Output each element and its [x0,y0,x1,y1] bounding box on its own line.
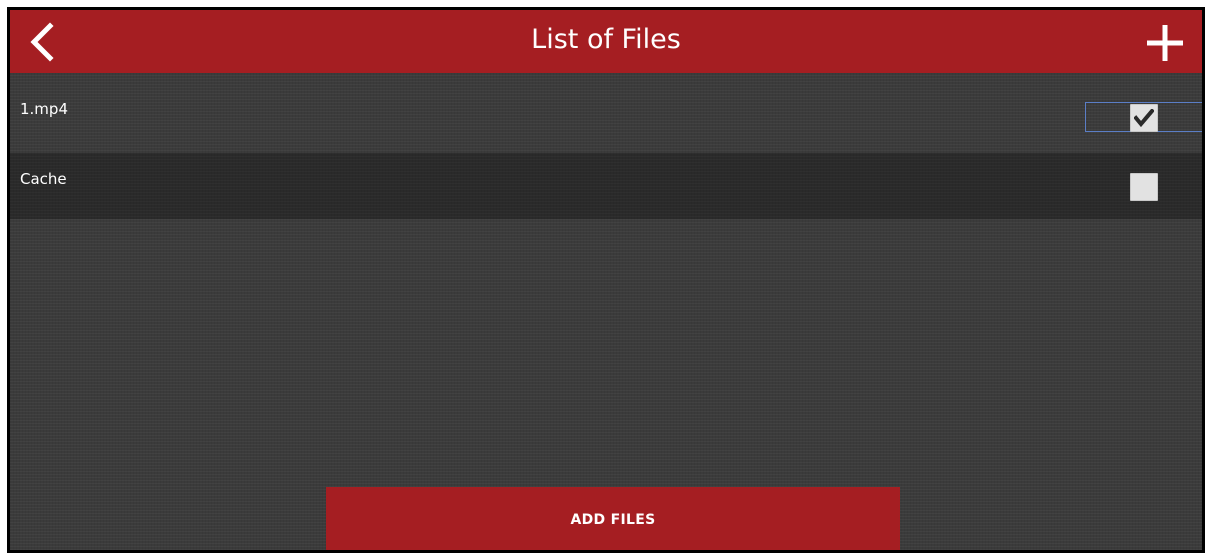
file-checkbox-checked[interactable] [1130,104,1158,132]
file-row-cache[interactable]: Cache [10,153,1202,219]
add-button[interactable] [1140,18,1190,68]
file-checkbox-unchecked[interactable] [1130,173,1158,201]
plus-icon [1147,25,1183,61]
file-row-1-mp4[interactable]: 1.mp4 [10,83,1202,149]
top-bar: List of Files [10,10,1202,73]
file-name: Cache [20,170,67,188]
file-list-screen: List of Files 1.mp4 Cache ADD FILES [7,7,1205,553]
add-files-button[interactable]: ADD FILES [326,487,900,550]
checkmark-icon [1134,109,1154,127]
file-name: 1.mp4 [20,100,68,118]
page-title: List of Files [531,24,681,55]
